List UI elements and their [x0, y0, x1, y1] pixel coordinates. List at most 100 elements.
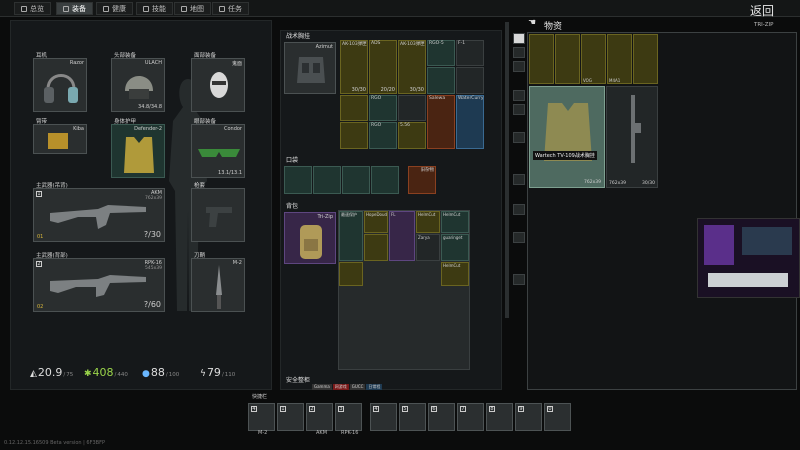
- tab-skills[interactable]: 技能: [136, 2, 173, 15]
- rifle-icon: [50, 205, 146, 229]
- backpack-item-slot[interactable]: Zarya: [416, 234, 440, 261]
- quickbar-slot[interactable]: 0: [544, 403, 571, 431]
- rig-mag-3[interactable]: AK-103弹匣 30/30: [398, 40, 426, 94]
- quickbar-slot[interactable]: 1: [277, 403, 304, 431]
- tab-tasks[interactable]: 任务: [212, 2, 249, 15]
- loot-item-mag[interactable]: VOG: [581, 34, 606, 84]
- pocket-slot[interactable]: [342, 166, 370, 194]
- pocket-special-slot[interactable]: 旧杂物: [408, 166, 436, 194]
- quickbar-slot[interactable]: 8: [486, 403, 513, 431]
- tool-misc-icon[interactable]: [513, 274, 525, 285]
- headset-icon: [44, 74, 78, 103]
- quickbar-label: 快捷栏: [252, 394, 268, 400]
- loot-item-mag[interactable]: M4A1: [607, 34, 632, 84]
- rig-ammo[interactable]: [340, 95, 368, 121]
- tool-knife-icon[interactable]: [513, 61, 525, 72]
- webcam-overlay: [697, 218, 800, 298]
- secure-container-tags: Gamma 网游戏 GUCC 日常程: [312, 384, 383, 390]
- tool-grid-icon[interactable]: [513, 33, 525, 44]
- rig-ammo[interactable]: [340, 122, 368, 149]
- rig-mag-2[interactable]: ADS 20/20: [369, 40, 397, 94]
- rig-empty-cell[interactable]: [398, 95, 426, 121]
- stat-energy: ϟ 79/110: [200, 366, 236, 379]
- loot-item-mag[interactable]: [555, 34, 580, 84]
- backpack-item-slot[interactable]: HelmCut: [441, 211, 469, 233]
- slot-holster[interactable]: 枪套: [191, 183, 245, 242]
- rig-header: 战术胸挂: [286, 33, 311, 40]
- backpack-item-slot[interactable]: HelmCut: [441, 262, 469, 286]
- balaclava-icon: [210, 72, 228, 98]
- rig-ammo[interactable]: 5.56: [398, 122, 426, 149]
- backpack-item-slot[interactable]: 最速保护: [339, 211, 363, 261]
- tab-map[interactable]: 地图: [174, 2, 211, 15]
- tool-document-icon[interactable]: [513, 174, 525, 185]
- backpack-item-slot[interactable]: guaringet: [441, 234, 469, 261]
- rig-grenade[interactable]: F-1: [456, 40, 484, 66]
- slot-armband[interactable]: 臂带 Kiba: [33, 119, 87, 154]
- rig-grenade[interactable]: RGO: [369, 122, 397, 149]
- pocket-slot[interactable]: [284, 166, 312, 194]
- rig-item[interactable]: Azimut: [284, 42, 336, 94]
- slot-melee[interactable]: 刀鞘 M-2: [191, 253, 245, 312]
- tool-ammo-icon[interactable]: [513, 90, 525, 101]
- quickbar-slot[interactable]: 9: [515, 403, 542, 431]
- tool-medical-icon[interactable]: [513, 132, 525, 143]
- scrollbar[interactable]: [505, 22, 509, 318]
- backpack-item-slot[interactable]: FL: [389, 211, 415, 261]
- backpack-item-slot[interactable]: [339, 262, 363, 286]
- download-icon: [21, 5, 27, 12]
- tool-keys-icon[interactable]: [513, 204, 525, 215]
- quickbar-slot-label: M-2: [258, 430, 268, 436]
- backpack-item[interactable]: Tri-Zip: [284, 212, 336, 264]
- quickbar-slot[interactable]: 4: [248, 403, 275, 431]
- rig-grenade[interactable]: RGO-5: [427, 40, 455, 66]
- tool-crosshair-icon[interactable]: [513, 104, 525, 115]
- pistol-icon: [206, 207, 232, 227]
- quickbar-slot-label: RPK-16: [341, 430, 359, 436]
- quickbar-slot[interactable]: 3: [335, 403, 362, 431]
- quickbar-slot[interactable]: 4: [370, 403, 397, 431]
- back-button[interactable]: 返回: [750, 2, 774, 19]
- slot-primary-back[interactable]: 主武器(背部) RPK-16 545x39 2 02 ?/60: [33, 253, 165, 312]
- map-icon: [181, 5, 187, 12]
- loot-item-mag[interactable]: [529, 34, 554, 84]
- backpack-icon: [300, 225, 322, 259]
- tab-gear[interactable]: 装备: [56, 2, 93, 15]
- pocket-slot[interactable]: [371, 166, 399, 194]
- tab-health[interactable]: 健康: [96, 2, 133, 15]
- slot-primary-sling[interactable]: 主武器(吊背) AKM 762x39 1 01 ?/30: [33, 183, 165, 242]
- tab-overview[interactable]: 总览: [14, 2, 51, 15]
- keyboard: [708, 273, 788, 287]
- backpack-item-slot[interactable]: [364, 234, 388, 261]
- slot-eyewear[interactable]: 眼部装备 Condor 13.1/13.1: [191, 119, 245, 178]
- stat-hydration: ● 88/100: [142, 366, 180, 379]
- slot-earpiece[interactable]: 耳机 Razor: [33, 53, 87, 112]
- tool-barter-icon[interactable]: [513, 232, 525, 243]
- backpack-item-slot[interactable]: HelmCut: [416, 211, 440, 233]
- rig-grenade[interactable]: RGO: [369, 95, 397, 121]
- rig-mag-1[interactable]: AK-103弹匣 30/30: [340, 40, 368, 94]
- energy-bolt-icon: ϟ: [200, 369, 206, 379]
- top-nav-bar: 总览 装备 健康 技能 地图 任务 返回: [0, 0, 800, 19]
- pocket-slot[interactable]: [313, 166, 341, 194]
- quickbar-slot[interactable]: 2: [306, 403, 333, 431]
- quickbar-slot[interactable]: 5: [399, 403, 426, 431]
- loot-item-mag[interactable]: [633, 34, 658, 84]
- backpack-item-slot[interactable]: HopeDoud: [364, 211, 388, 233]
- rig-medkit[interactable]: Salewa: [427, 95, 455, 149]
- health-cross-icon: [103, 5, 109, 12]
- rig-grenade[interactable]: [427, 67, 455, 94]
- rig-grenade[interactable]: [456, 67, 484, 94]
- quickbar-slot[interactable]: 7: [457, 403, 484, 431]
- slot-body-armor[interactable]: 身体护甲 Defender-2: [111, 119, 165, 178]
- armband-icon: [48, 133, 68, 149]
- slot-headwear[interactable]: 头部装备 ULACH 34.8/34.8: [111, 53, 165, 112]
- loot-item-rifle[interactable]: 762x39 30/30: [606, 86, 658, 188]
- backpack-header: 背包: [286, 203, 299, 210]
- quickbar-slot[interactable]: 6: [428, 403, 455, 431]
- loot-item-rig[interactable]: Wartech TV-109战术胸挂 762x39: [529, 86, 605, 188]
- slot-facecover[interactable]: 面部装备 鬼面: [191, 53, 245, 112]
- tool-weapons-icon[interactable]: [513, 47, 525, 58]
- rig-water[interactable]: WaterCurry: [456, 95, 484, 149]
- health-icon: ✱: [84, 369, 92, 379]
